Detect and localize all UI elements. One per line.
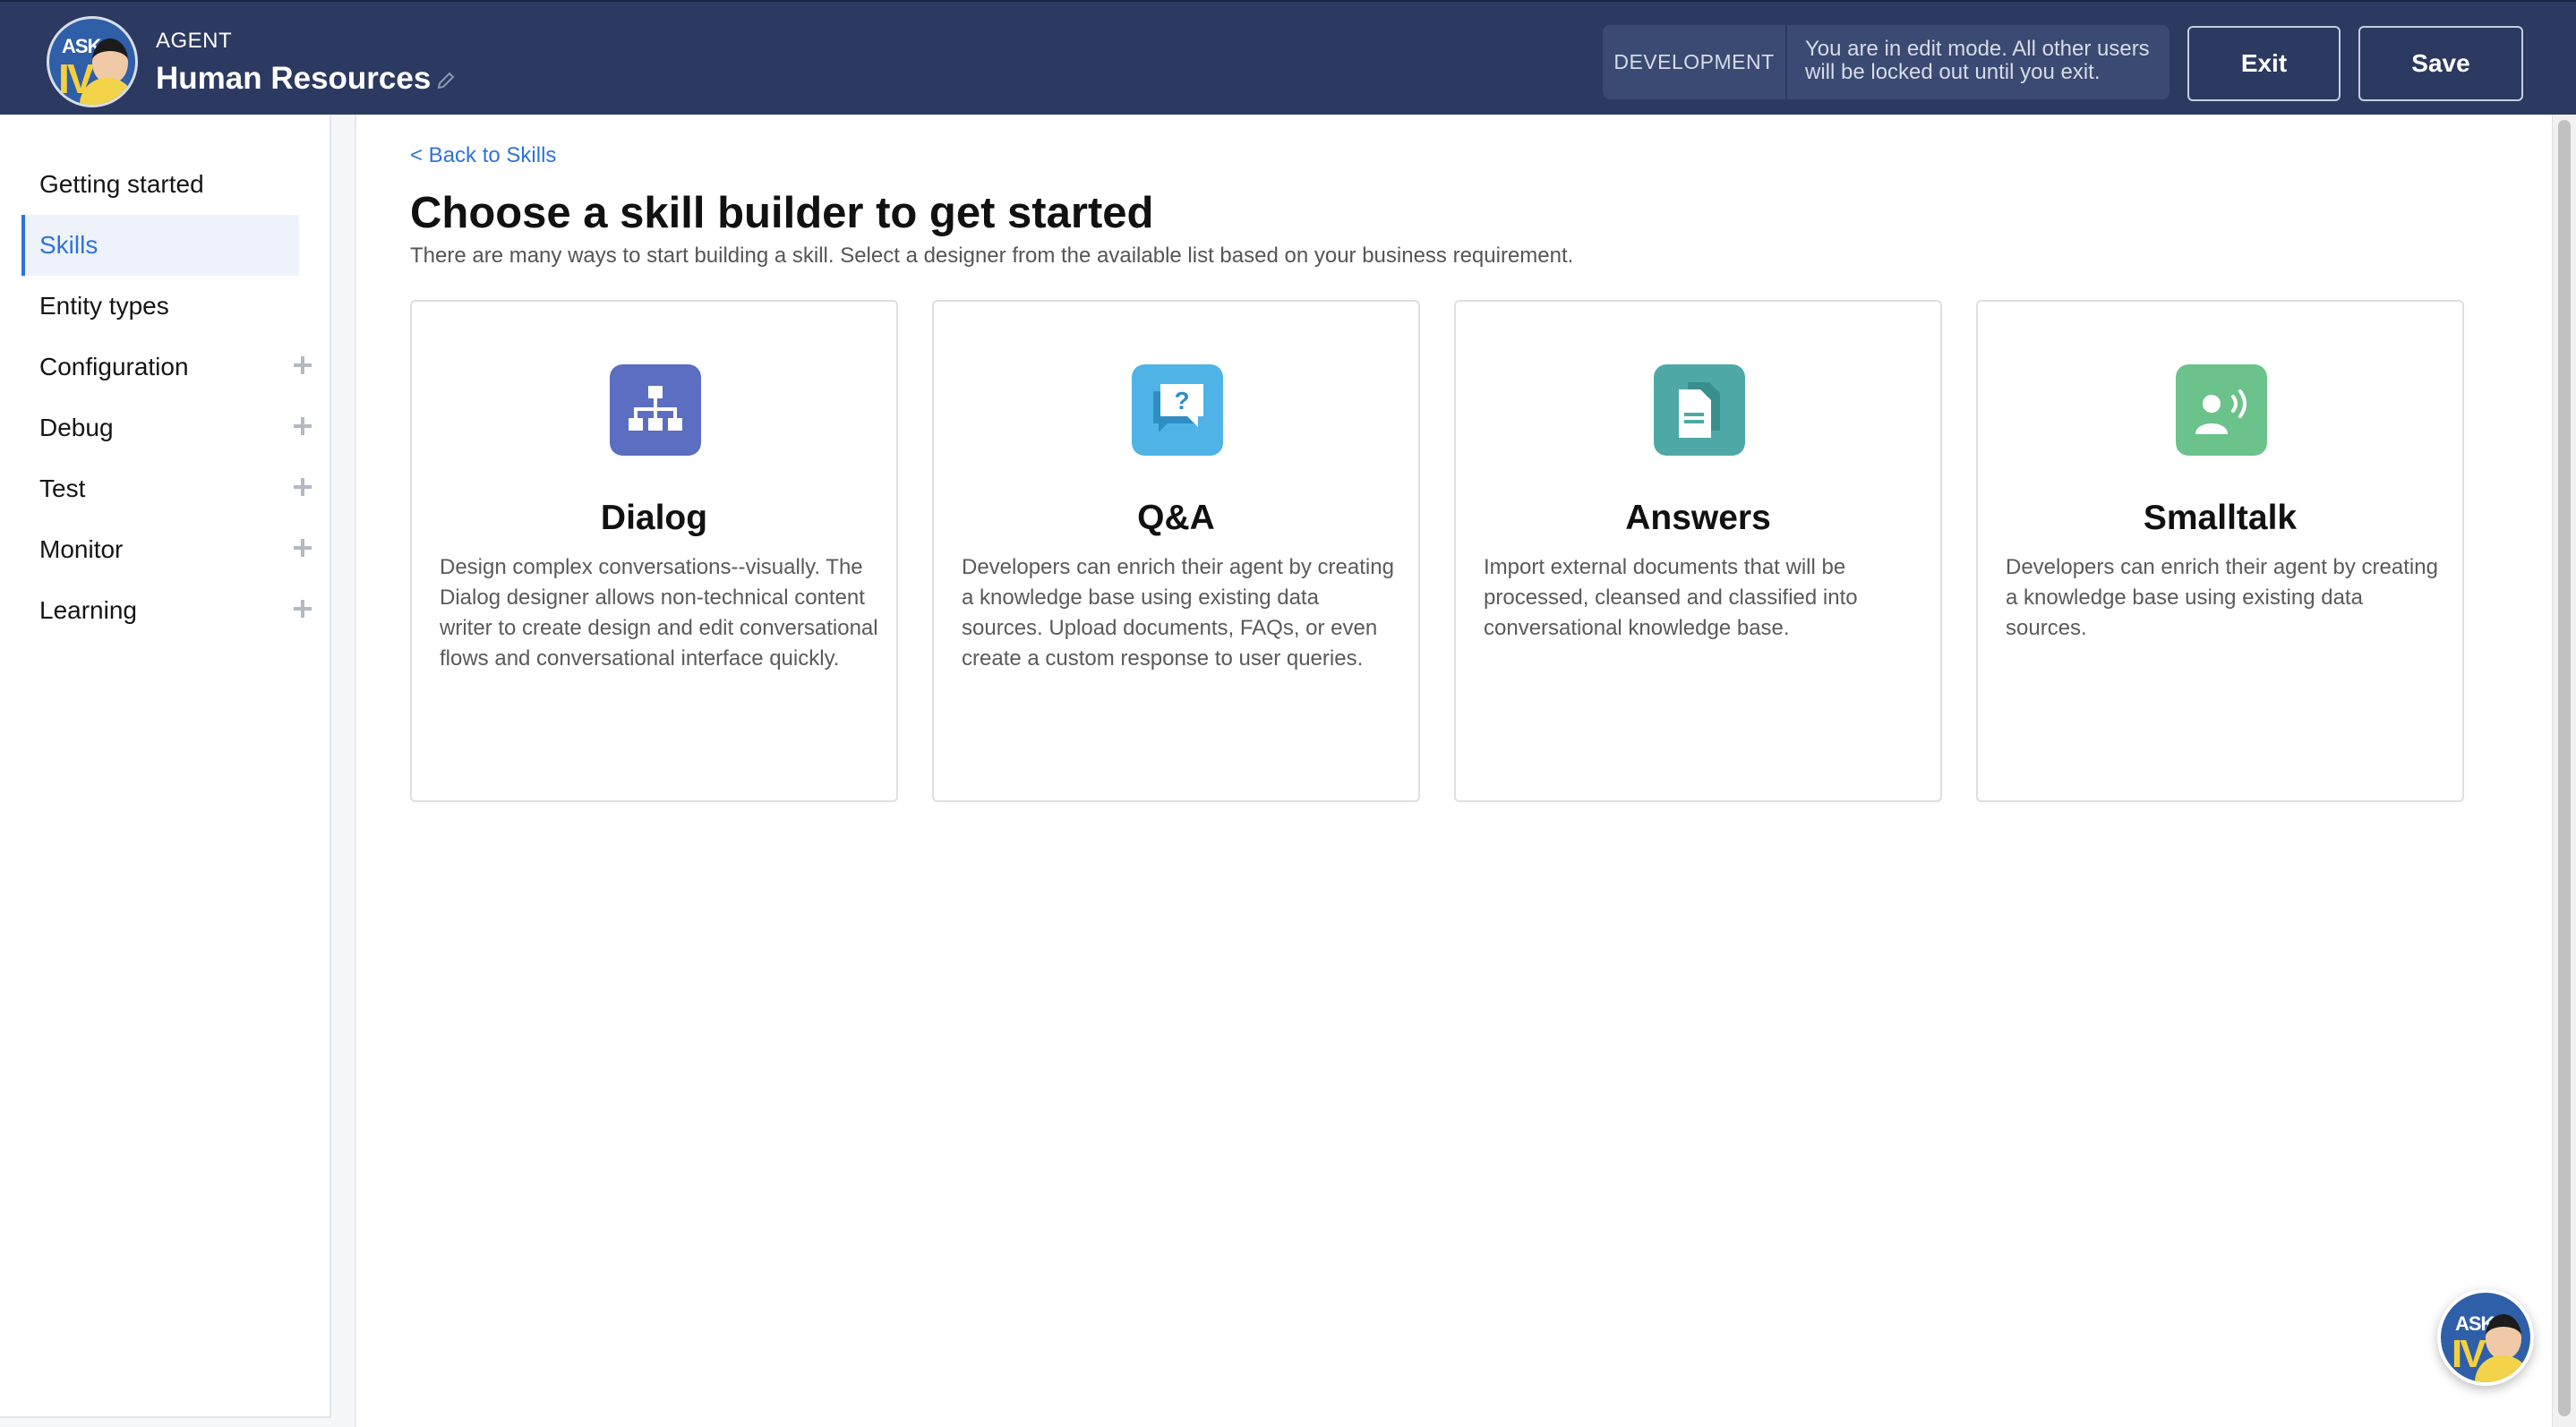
top-bar: ASK IVY AGENT Human Resources DEVELOPMEN…: [0, 0, 2576, 115]
gutter: [331, 115, 356, 1427]
card-description: Design complex conversations--visually. …: [440, 555, 878, 671]
card-title: Answers: [1625, 499, 1771, 537]
document-icon: [1654, 364, 1745, 456]
sidebar-item-entity-types[interactable]: Entity types: [21, 276, 299, 337]
back-to-skills-link[interactable]: < Back to Skills: [410, 143, 556, 168]
sidebar: Getting started Skills Entity types Configu…: [0, 115, 331, 1418]
sidebar-item-label: Test: [39, 474, 86, 502]
card-description: Developers can enrich their agent by cre…: [962, 555, 1394, 671]
sidebar-item-label: Monitor: [39, 535, 124, 563]
card-description: Developers can enrich their agent by cre…: [2006, 555, 2438, 640]
skill-card-smalltalk[interactable]: Smalltalk Developers can enrich their ag…: [1976, 300, 2464, 802]
sidebar-item-label: Debug: [39, 414, 114, 441]
speaking-person-icon: [2176, 364, 2267, 456]
page-title: Choose a skill builder to get started: [410, 189, 1154, 237]
sidebar-item-skills[interactable]: Skills: [21, 215, 299, 276]
skill-card-answers[interactable]: Answers Import external documents that w…: [1454, 300, 1942, 802]
pencil-icon[interactable]: [435, 70, 457, 91]
expand-plus-icon[interactable]: [292, 537, 313, 559]
skill-card-dialog[interactable]: Dialog Design complex conversations--vis…: [410, 300, 898, 802]
skill-card-qa[interactable]: ? Q&A Developers can enrich their agent …: [932, 300, 1420, 802]
sidebar-item-test[interactable]: Test: [21, 458, 312, 519]
scrollbar-thumb[interactable]: [2558, 120, 2571, 1416]
card-description: Import external documents that will be p…: [1484, 555, 1858, 640]
org-chart-icon: [610, 364, 701, 456]
ask-ivy-logo: ASK IVY: [47, 16, 138, 107]
exit-button[interactable]: Exit: [2187, 26, 2341, 101]
sidebar-item-label: Learning: [39, 596, 137, 624]
expand-plus-icon[interactable]: [292, 598, 313, 620]
ask-ivy-chat-button[interactable]: ASK IVY: [2437, 1289, 2534, 1386]
card-title: Smalltalk: [2143, 499, 2298, 537]
card-title: Q&A: [1137, 499, 1215, 537]
card-title: Dialog: [600, 499, 708, 537]
sidebar-item-label: Entity types: [39, 292, 169, 320]
environment-badge: DEVELOPMENT: [1603, 25, 1787, 99]
expand-plus-icon[interactable]: [292, 415, 313, 437]
edit-mode-banner: DEVELOPMENT You are in edit mode. All ot…: [1603, 25, 2169, 99]
edit-mode-message: You are in edit mode. All other users wi…: [1805, 37, 2150, 84]
vertical-scrollbar[interactable]: [2552, 115, 2576, 1427]
svg-text:?: ?: [1174, 387, 1189, 414]
question-bubble-icon: ?: [1132, 364, 1223, 456]
agent-label: AGENT: [156, 29, 233, 53]
sidebar-item-debug[interactable]: Debug: [21, 397, 312, 458]
sidebar-item-getting-started[interactable]: Getting started: [21, 154, 299, 215]
page-subtitle: There are many ways to start building a …: [410, 244, 1574, 268]
sidebar-item-label: Configuration: [39, 353, 189, 380]
sidebar-item-label: Getting started: [39, 170, 204, 198]
sidebar-item-label: Skills: [39, 231, 98, 259]
sidebar-item-monitor[interactable]: Monitor: [21, 519, 312, 580]
save-button[interactable]: Save: [2358, 26, 2523, 101]
agent-name: Human Resources: [156, 61, 432, 96]
expand-plus-icon[interactable]: [292, 476, 313, 498]
expand-plus-icon[interactable]: [292, 355, 313, 376]
sidebar-item-learning[interactable]: Learning: [21, 580, 312, 641]
sidebar-item-configuration[interactable]: Configuration: [21, 337, 312, 397]
